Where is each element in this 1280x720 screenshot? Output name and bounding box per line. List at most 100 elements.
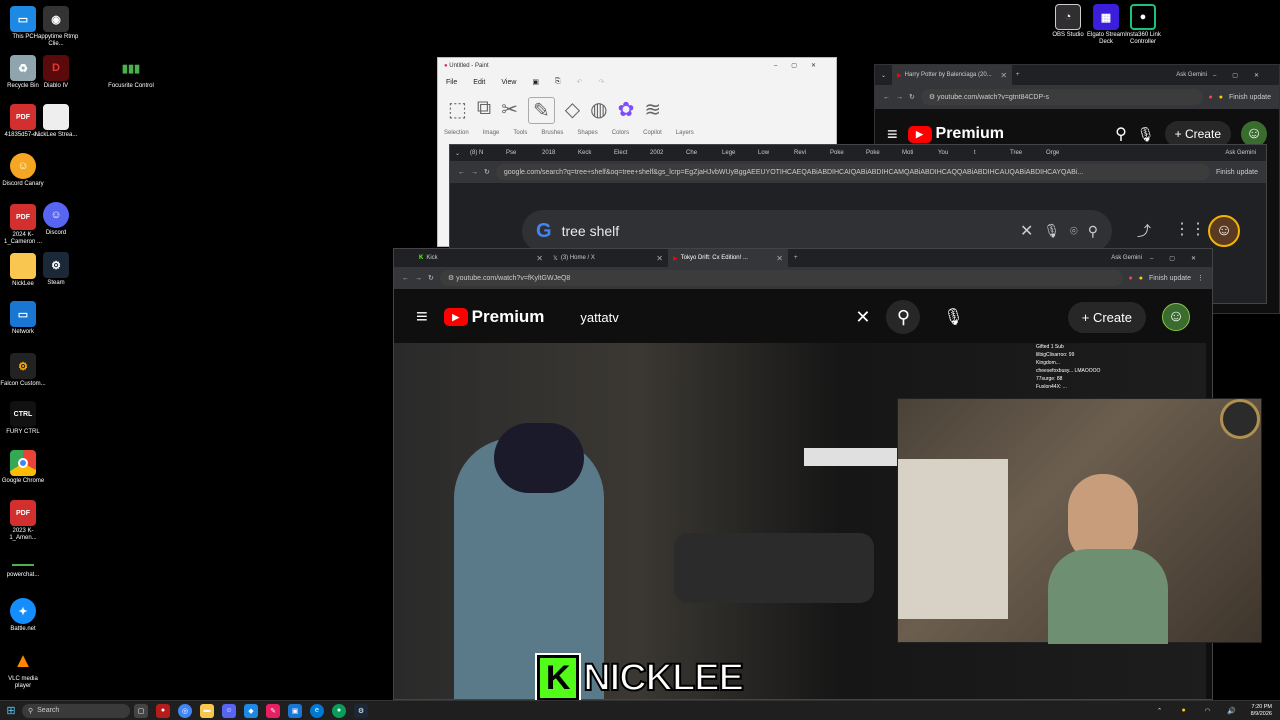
create-button[interactable]: + Create <box>1067 301 1146 333</box>
forward-icon[interactable]: → <box>471 169 478 176</box>
extension-icon[interactable]: ● <box>1209 94 1213 101</box>
address-bar[interactable]: google.com/search?q=tree+shelf&oq=tree+s… <box>495 164 1210 180</box>
task-view-icon[interactable]: ▢ <box>134 703 148 718</box>
menu-file[interactable]: File <box>446 79 457 86</box>
volume-icon[interactable]: 🔊 <box>1225 704 1239 718</box>
chevron-up-icon[interactable]: ⌃ <box>1153 704 1167 718</box>
tab-search-icon[interactable]: ⌄ <box>875 72 892 79</box>
forward-icon[interactable]: → <box>415 275 422 282</box>
image-tool-icon[interactable]: ⧉ <box>477 97 491 124</box>
profile-icon[interactable]: ● <box>1139 275 1143 282</box>
clear-icon[interactable]: ✕ <box>855 307 870 328</box>
browser-tab[interactable]: Poke <box>861 145 897 161</box>
youtube-search-input[interactable]: yattatv ✕ <box>580 300 870 334</box>
browser-tab[interactable]: Tree <box>1005 145 1041 161</box>
tab-tokyo-drift[interactable]: ▶ Tokyo Drift: Cx Edition! ... ✕ <box>668 249 788 267</box>
discord-canary-icon[interactable]: ☺ Discord Canary <box>0 153 46 188</box>
window-controls[interactable]: –▢✕ <box>774 62 830 69</box>
more-icon[interactable]: ⋮ <box>1197 274 1204 282</box>
paint-taskbar-icon[interactable]: ✎ <box>266 703 280 718</box>
tab-kick[interactable]: K Kick ✕ <box>414 249 548 267</box>
redo-icon[interactable]: ↷ <box>599 78 605 86</box>
close-icon[interactable]: ✕ <box>1000 71 1007 80</box>
selection-tool-icon[interactable]: ⬚ <box>448 97 467 124</box>
browser-tab[interactable]: Moti <box>897 145 933 161</box>
start-icon[interactable]: ⊞ <box>4 704 18 718</box>
menu-view[interactable]: View <box>501 79 516 86</box>
text-file-icon[interactable]: NickLee Strea... <box>33 104 79 139</box>
menu-icon[interactable]: ≡ <box>416 306 428 329</box>
browser-tab[interactable]: Orge <box>1041 145 1077 161</box>
search-icon[interactable]: ⚲ <box>1088 223 1098 240</box>
window-controls[interactable]: –▢✕ <box>1213 72 1279 79</box>
close-icon[interactable]: ✕ <box>776 254 783 263</box>
menu-icon[interactable]: ≡ <box>887 124 898 145</box>
back-icon[interactable]: ← <box>402 275 409 282</box>
steam-icon[interactable]: ⚙ Steam <box>33 252 79 287</box>
reload-icon[interactable]: ↻ <box>428 274 434 282</box>
focusrite-icon[interactable]: ▮▮▮ Focusrite Control <box>108 55 154 90</box>
colors-icon[interactable]: ◍ <box>590 97 607 124</box>
browser-tab[interactable]: 2002 <box>645 145 681 161</box>
clock[interactable]: 7:20 PM 8/9/2026 <box>1251 704 1272 718</box>
browser-tab[interactable]: t <box>969 145 1005 161</box>
address-bar[interactable]: ⚙ youtube.com/watch?v=fKyltGWJeQ8 <box>439 270 1123 286</box>
falcon-icon[interactable]: ⚙ Falcon Custom... <box>0 353 46 388</box>
tools-icon[interactable]: ✂ <box>501 97 518 124</box>
chrome-taskbar-icon[interactable]: ◎ <box>178 703 192 718</box>
browser-tab[interactable]: 2018 <box>537 145 573 161</box>
browser-tab[interactable]: (8) N <box>465 145 501 161</box>
search-query[interactable]: tree shelf <box>562 223 620 239</box>
new-tab-icon[interactable]: + <box>1012 72 1024 78</box>
window-controls[interactable]: –▢✕ <box>1150 255 1212 262</box>
share-icon[interactable]: ⤴ <box>1137 221 1151 241</box>
fury-ctrl-icon[interactable]: CTRL FURY CTRL <box>0 401 46 436</box>
browser-tab[interactable]: You <box>933 145 969 161</box>
browser-tab[interactable]: Keck <box>573 145 609 161</box>
browser-tab[interactable]: Pse <box>501 145 537 161</box>
happytime-icon[interactable]: ◉ Happytime Rtmp Clie... <box>33 6 79 48</box>
wifi-icon[interactable]: ◠ <box>1201 704 1215 718</box>
vlc-icon[interactable]: ▲ VLC media player <box>0 648 46 690</box>
tray-icon[interactable]: ● <box>1177 704 1191 718</box>
tab-harry-potter[interactable]: ▶ Harry Potter by Balenciaga (20... ✕ <box>892 65 1013 85</box>
extension-icon[interactable]: ● <box>1129 275 1133 282</box>
ask-gemini[interactable]: Ask Gemini <box>1170 72 1213 78</box>
close-icon[interactable]: ✕ <box>656 254 663 263</box>
undo-icon[interactable]: ↶ <box>577 78 583 86</box>
google-search-box[interactable]: G tree shelf ✕ 🎙 ⌾ ⚲ <box>522 210 1112 252</box>
discord-icon[interactable]: ☺ Discord <box>33 202 79 237</box>
app-icon[interactable]: ● <box>156 703 170 718</box>
youtube-logo[interactable]: ▶ Premium <box>443 307 544 327</box>
powerchat-icon[interactable]: powerchat... <box>0 560 46 579</box>
clear-icon[interactable]: ✕ <box>1020 221 1033 241</box>
edge-icon[interactable]: e <box>310 703 324 718</box>
browser-tab[interactable]: Che <box>681 145 717 161</box>
brush-icon[interactable]: ✎ <box>527 97 555 124</box>
app-icon[interactable]: ▣ <box>288 703 302 718</box>
forward-icon[interactable]: → <box>896 94 903 101</box>
reload-icon[interactable]: ↻ <box>484 168 490 176</box>
mic-icon[interactable]: 🎙 <box>936 300 970 334</box>
reload-icon[interactable]: ↻ <box>909 93 915 101</box>
share-icon[interactable]: ⎘ <box>555 78 561 86</box>
network-icon[interactable]: ▭ Network <box>0 301 46 336</box>
youtube-logo[interactable]: ▶ Premium <box>907 125 1004 143</box>
back-icon[interactable]: ← <box>883 94 890 101</box>
lens-icon[interactable]: ⌾ <box>1070 223 1078 239</box>
browser-tab[interactable]: Elect <box>609 145 645 161</box>
search-button-icon[interactable]: ⚲ <box>886 300 921 334</box>
new-tab-icon[interactable]: + <box>788 255 804 261</box>
battlenet-icon[interactable]: ✦ Battle.net <box>0 598 46 633</box>
voice-search-icon[interactable]: 🎙 <box>1043 223 1060 239</box>
avatar[interactable]: ☺ <box>1162 303 1190 331</box>
app-icon[interactable]: ◆ <box>244 703 258 718</box>
tab-x-home[interactable]: 𝕏 (3) Home / X ✕ <box>548 249 668 267</box>
ask-gemini[interactable]: Ask Gemini <box>1215 150 1266 156</box>
avatar[interactable]: ☺ <box>1208 215 1240 247</box>
app-icon[interactable]: ● <box>332 703 346 718</box>
save-icon[interactable]: ▣ <box>532 78 539 86</box>
menu-edit[interactable]: Edit <box>473 79 485 86</box>
diablo-icon[interactable]: D Diablo IV <box>33 55 79 90</box>
steam-taskbar-icon[interactable]: ⚙ <box>354 703 368 718</box>
